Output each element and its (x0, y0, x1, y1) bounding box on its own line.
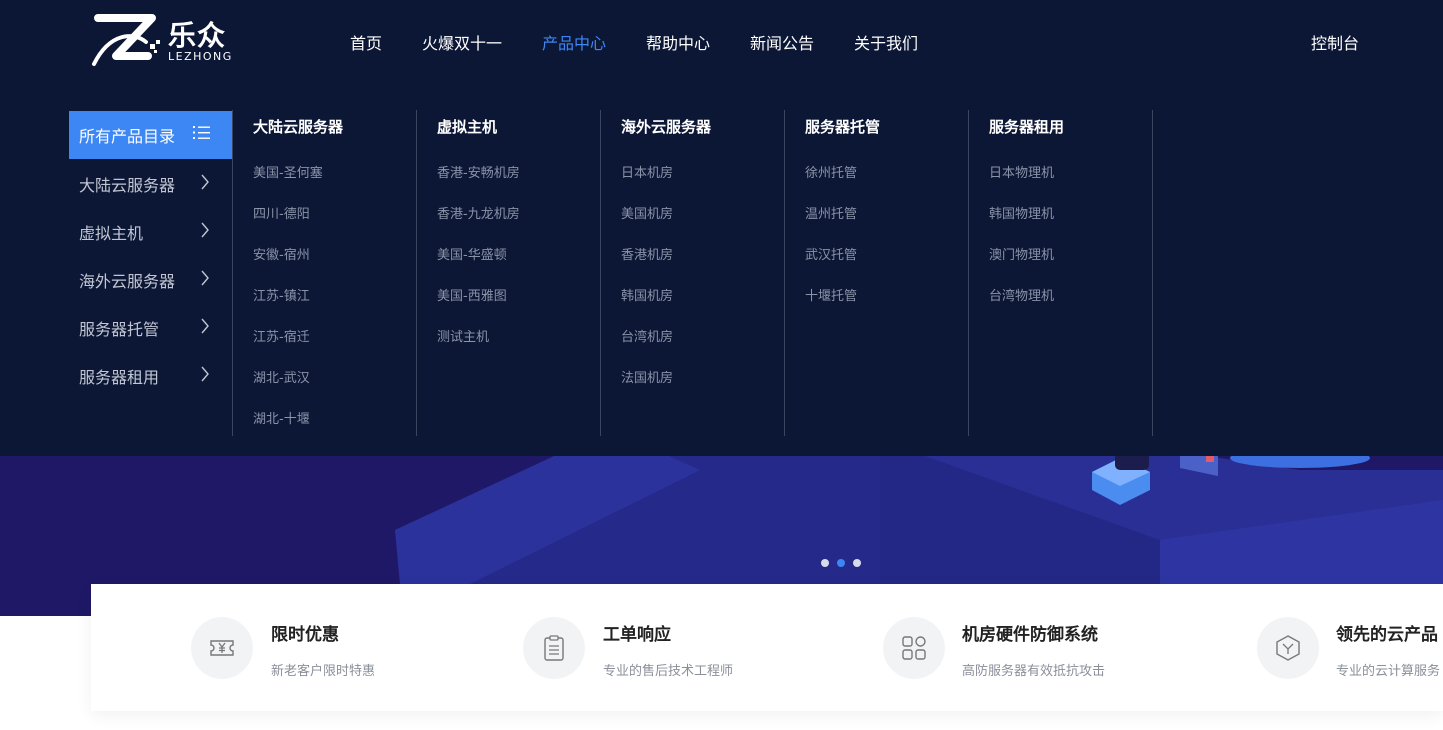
menu-link[interactable]: 台湾机房 (621, 326, 673, 345)
menu-link[interactable]: 美国-华盛顿 (437, 244, 507, 263)
nav-item-about[interactable]: 关于我们 (854, 30, 918, 54)
feature-title: 机房硬件防御系统 (962, 625, 1098, 645)
menu-column-server-rental: 服务器租用 日本物理机 韩国物理机 澳门物理机 台湾物理机 (968, 110, 1152, 436)
column-divider (1152, 110, 1153, 436)
column-title[interactable]: 服务器托管 (805, 116, 880, 137)
menu-link[interactable]: 澳门物理机 (989, 244, 1054, 263)
menu-link[interactable]: 香港机房 (621, 244, 673, 263)
menu-column-overseas-cloud: 海外云服务器 日本机房 美国机房 香港机房 韩国机房 台湾机房 法国机房 (600, 110, 784, 436)
feature-desc: 专业的云计算服务 (1336, 664, 1441, 679)
feature-desc: 专业的售后技术工程师 (603, 664, 734, 679)
menu-link[interactable]: 徐州托管 (805, 162, 857, 181)
all-products-label: 所有产品目录 (79, 127, 176, 146)
chevron-right-icon (201, 222, 209, 238)
brand-name: 乐众 (168, 19, 227, 52)
menu-link[interactable]: 香港-安畅机房 (437, 162, 520, 181)
menu-link[interactable]: 十堰托管 (805, 285, 857, 304)
chevron-right-icon (201, 366, 209, 382)
category-item-virtual-host[interactable]: 虚拟主机 (79, 220, 224, 244)
category-label: 服务器托管 (79, 320, 160, 339)
list-icon (193, 126, 210, 139)
menu-link[interactable]: 法国机房 (621, 367, 673, 386)
all-products-header[interactable]: 所有产品目录 (69, 111, 232, 159)
menu-column-virtual-host: 虚拟主机 香港-安畅机房 香港-九龙机房 美国-华盛顿 美国-西雅图 测试主机 (416, 110, 600, 436)
category-item-colocation[interactable]: 服务器托管 (79, 316, 224, 340)
category-item-server-rental[interactable]: 服务器租用 (79, 364, 224, 388)
feature-title: 工单响应 (603, 625, 671, 645)
category-label: 虚拟主机 (79, 224, 144, 243)
console-link[interactable]: 控制台 (1311, 30, 1359, 54)
nav-item-news[interactable]: 新闻公告 (750, 30, 814, 54)
chevron-right-icon (201, 174, 209, 190)
feature-desc: 高防服务器有效抵抗攻击 (962, 664, 1106, 679)
feature-title: 限时优惠 (271, 625, 339, 645)
menu-link[interactable]: 湖北-十堰 (253, 408, 310, 427)
category-label: 大陆云服务器 (79, 176, 176, 195)
nav-item-home[interactable]: 首页 (350, 30, 382, 54)
menu-link[interactable]: 香港-九龙机房 (437, 203, 520, 222)
brand-logo[interactable]: 乐众 LEZHONG (90, 12, 235, 70)
menu-link[interactable]: 江苏-镇江 (253, 285, 310, 304)
menu-link[interactable]: 温州托管 (805, 203, 857, 222)
grid-icon (883, 617, 945, 679)
nav-item-help[interactable]: 帮助中心 (646, 30, 710, 54)
category-item-mainland-cloud[interactable]: 大陆云服务器 (79, 172, 224, 196)
ticket-yen-icon (191, 617, 253, 679)
column-title[interactable]: 服务器租用 (989, 116, 1064, 137)
menu-link[interactable]: 韩国物理机 (989, 203, 1054, 222)
nav-item-products[interactable]: 产品中心 (542, 30, 606, 54)
feature-title: 领先的云产品 (1336, 625, 1438, 645)
menu-link[interactable]: 日本物理机 (989, 162, 1054, 181)
chevron-right-icon (201, 318, 209, 334)
carousel-dot-2[interactable] (837, 559, 845, 567)
menu-link[interactable]: 美国机房 (621, 203, 673, 222)
products-mega-menu: 所有产品目录 大陆云服务器 虚拟主机 海外云服务器 服务器托管 服务器租用 大陆… (0, 84, 1443, 456)
brand-subname: LEZHONG (168, 50, 233, 63)
nav-item-double-eleven[interactable]: 火爆双十一 (422, 30, 502, 54)
menu-link[interactable]: 湖北-武汉 (253, 367, 310, 386)
features-bar: 限时优惠 新老客户限时特惠 工单响应 专业的售后技术工程师 机房硬件防御系统 高… (91, 584, 1443, 711)
menu-link[interactable]: 测试主机 (437, 326, 489, 345)
cube-icon (1257, 617, 1319, 679)
clipboard-icon (523, 617, 585, 679)
menu-link[interactable]: 美国-圣何塞 (253, 162, 323, 181)
category-label: 服务器租用 (79, 368, 160, 387)
carousel-dot-3[interactable] (853, 559, 861, 567)
column-title[interactable]: 海外云服务器 (621, 116, 711, 137)
menu-link[interactable]: 四川-德阳 (253, 203, 310, 222)
menu-link[interactable]: 江苏-宿迁 (253, 326, 310, 345)
chevron-right-icon (201, 270, 209, 286)
logo-z-icon (92, 14, 160, 66)
menu-link[interactable]: 安徽-宿州 (253, 244, 310, 263)
feature-desc: 新老客户限时特惠 (271, 664, 376, 679)
column-title[interactable]: 虚拟主机 (437, 116, 497, 137)
column-title[interactable]: 大陆云服务器 (253, 116, 343, 137)
category-item-overseas-cloud[interactable]: 海外云服务器 (79, 268, 224, 292)
menu-link[interactable]: 日本机房 (621, 162, 673, 181)
carousel-dot-1[interactable] (821, 559, 829, 567)
menu-link[interactable]: 韩国机房 (621, 285, 673, 304)
menu-link[interactable]: 台湾物理机 (989, 285, 1054, 304)
menu-column-mainland-cloud: 大陆云服务器 美国-圣何塞 四川-德阳 安徽-宿州 江苏-镇江 江苏-宿迁 湖北… (232, 110, 416, 436)
menu-column-colocation: 服务器托管 徐州托管 温州托管 武汉托管 十堰托管 (784, 110, 968, 436)
menu-link[interactable]: 武汉托管 (805, 244, 857, 263)
menu-link[interactable]: 美国-西雅图 (437, 285, 507, 304)
top-navigation: 乐众 LEZHONG 首页 火爆双十一 产品中心 帮助中心 新闻公告 关于我们 … (0, 0, 1443, 84)
category-label: 海外云服务器 (79, 272, 176, 291)
